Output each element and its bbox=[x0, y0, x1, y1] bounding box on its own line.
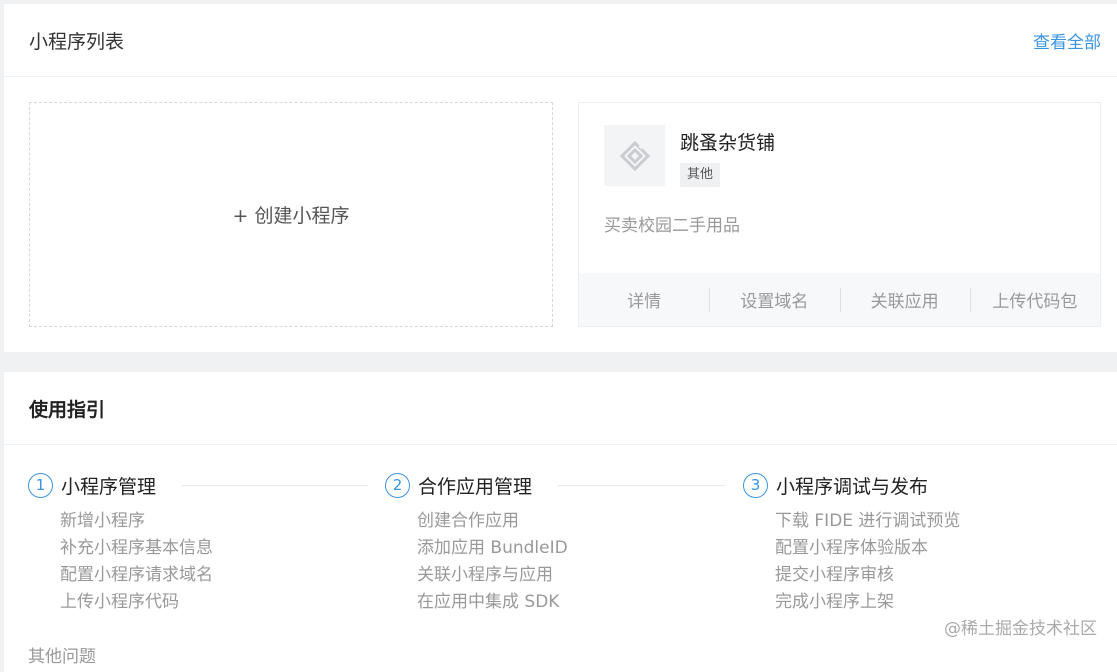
guide-link[interactable]: 添加应用 BundleID bbox=[417, 535, 725, 562]
step-number-2: 2 bbox=[385, 472, 410, 498]
guide-step-1: 1 小程序管理 新增小程序 补充小程序基本信息 配置小程序请求域名 上传小程序代… bbox=[28, 470, 368, 616]
watermark: @稀土掘金技术社区 bbox=[944, 619, 1097, 639]
step-title-1: 小程序管理 bbox=[61, 475, 157, 498]
miniapp-list-title: 小程序列表 bbox=[29, 30, 125, 53]
guide-link[interactable]: 配置小程序请求域名 bbox=[60, 562, 368, 589]
guide-link[interactable]: 完成小程序上架 bbox=[775, 589, 1083, 616]
app-description: 买卖校园二手用品 bbox=[604, 216, 740, 236]
upload-code-button[interactable]: 上传代码包 bbox=[969, 287, 1100, 312]
guide-link[interactable]: 配置小程序体验版本 bbox=[775, 535, 1083, 562]
guide-link[interactable]: 创建合作应用 bbox=[417, 508, 725, 535]
guide-link[interactable]: 上传小程序代码 bbox=[60, 589, 368, 616]
miniapp-list-header: 小程序列表 查看全部 bbox=[4, 4, 1117, 77]
guide-link[interactable]: 关联小程序与应用 bbox=[417, 562, 725, 589]
create-miniapp-button[interactable]: + 创建小程序 bbox=[29, 102, 553, 327]
step-title-2: 合作应用管理 bbox=[418, 475, 533, 498]
step-divider bbox=[182, 484, 368, 486]
card-action-bar: 详情 设置域名 关联应用 上传代码包 bbox=[579, 273, 1100, 326]
step-number-1: 1 bbox=[28, 472, 53, 498]
app-logo-icon bbox=[604, 125, 665, 186]
usage-guide-title: 使用指引 bbox=[29, 398, 106, 421]
guide-link[interactable]: 提交小程序审核 bbox=[775, 562, 1083, 589]
miniapp-list-panel: 小程序列表 查看全部 + 创建小程序 跳蚤杂货铺 其他 买卖校园二手用品 详情 … bbox=[4, 4, 1117, 352]
guide-link[interactable]: 新增小程序 bbox=[60, 508, 368, 535]
miniapp-card: 跳蚤杂货铺 其他 买卖校园二手用品 详情 设置域名 关联应用 上传代码包 bbox=[578, 102, 1101, 327]
guide-link[interactable]: 下载 FIDE 进行调试预览 bbox=[775, 508, 1083, 535]
guide-step-2: 2 合作应用管理 创建合作应用 添加应用 BundleID 关联小程序与应用 在… bbox=[385, 470, 725, 616]
guide-step-3: 3 小程序调试与发布 下载 FIDE 进行调试预览 配置小程序体验版本 提交小程… bbox=[743, 470, 1083, 616]
other-questions-link[interactable]: 其他问题 bbox=[28, 642, 96, 667]
guide-link[interactable]: 在应用中集成 SDK bbox=[417, 589, 725, 616]
guide-link[interactable]: 补充小程序基本信息 bbox=[60, 535, 368, 562]
step-number-3: 3 bbox=[743, 472, 768, 498]
app-category-tag: 其他 bbox=[680, 163, 721, 187]
set-domain-button[interactable]: 设置域名 bbox=[709, 287, 839, 312]
view-all-link[interactable]: 查看全部 bbox=[1033, 28, 1101, 53]
usage-guide-header: 使用指引 bbox=[4, 372, 1117, 445]
link-app-button[interactable]: 关联应用 bbox=[839, 287, 970, 312]
details-button[interactable]: 详情 bbox=[579, 287, 709, 312]
step-divider bbox=[558, 484, 725, 486]
app-name: 跳蚤杂货铺 bbox=[680, 132, 776, 154]
step-title-3: 小程序调试与发布 bbox=[776, 475, 929, 498]
